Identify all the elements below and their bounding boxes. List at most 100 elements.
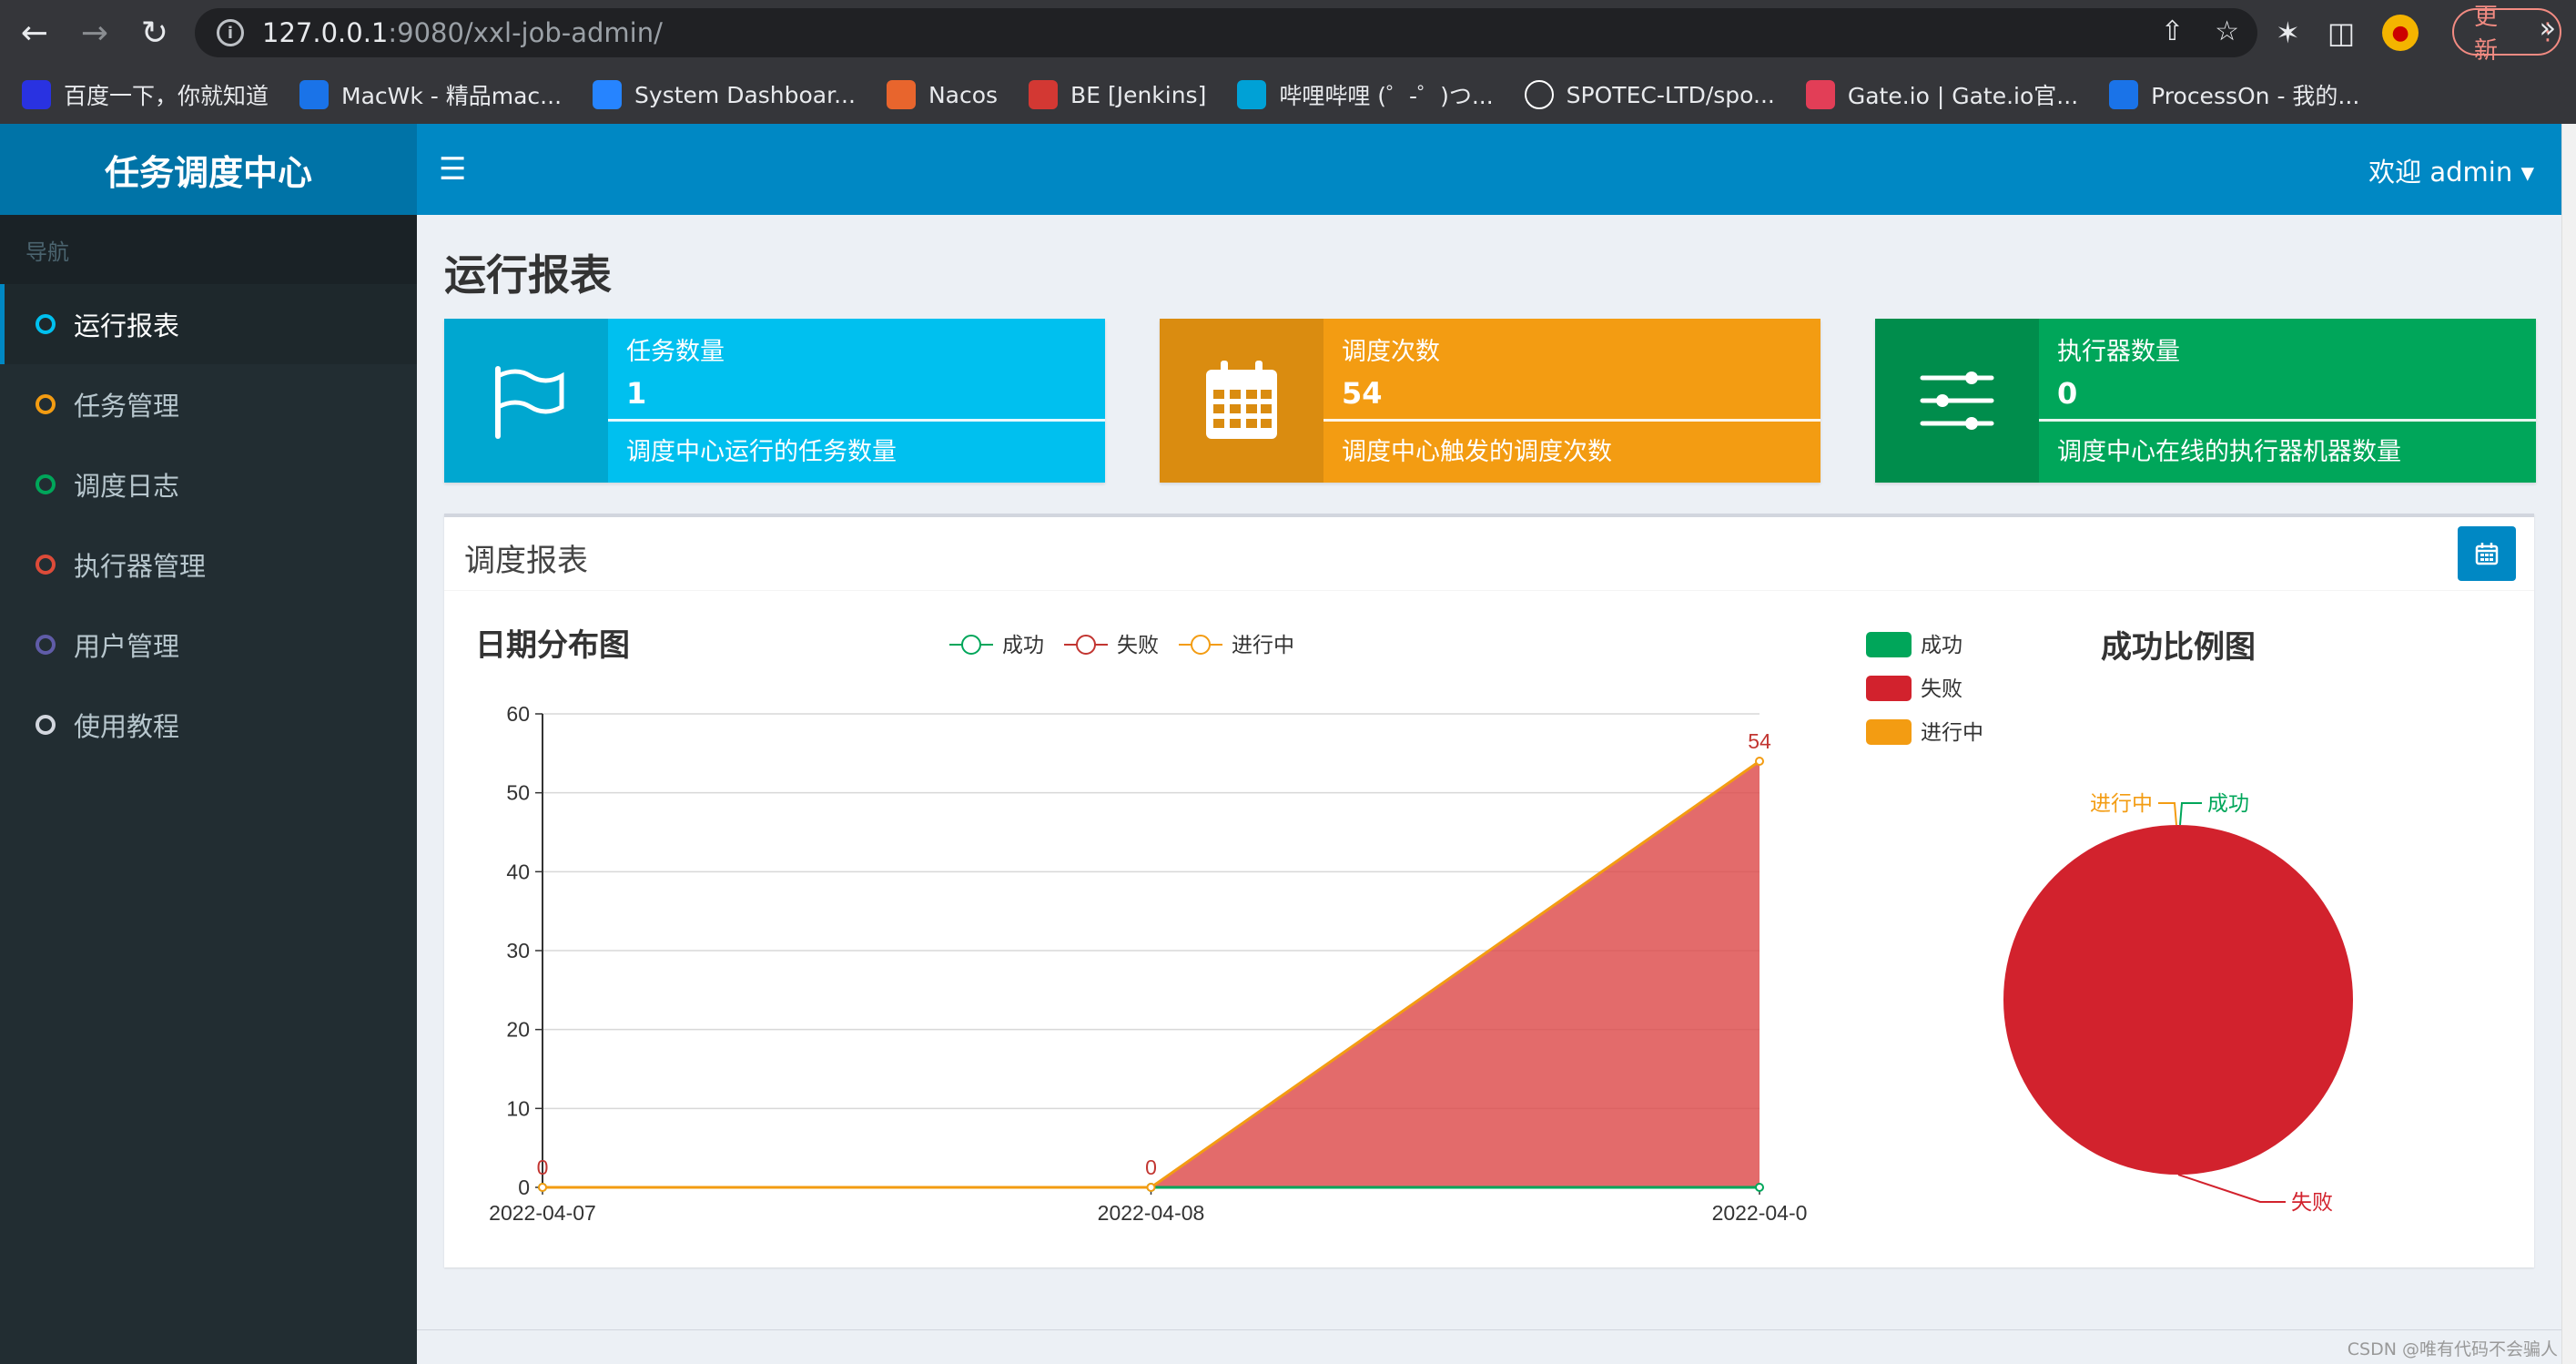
bilibili-icon	[1237, 80, 1267, 109]
slice-label: 进行中	[2090, 791, 2153, 815]
sliders-icon	[1875, 319, 2039, 483]
pie-slice	[2003, 825, 2353, 1175]
sidebar-item[interactable]: 使用教程	[0, 685, 417, 765]
bookmarks-overflow-icon[interactable]: »	[2540, 13, 2556, 45]
bookmark-label: Gate.io | Gate.io官...	[1847, 83, 2079, 109]
reload-icon[interactable]: ↻	[129, 7, 180, 58]
success-ratio-chart: 成功失败进行中成功比例图进行中 成功失败	[1866, 630, 2353, 1214]
schedule-report-box: 调度报表 日期分布图 成功 失败 进行中 0 10 20 30 40 50 60 2022-04-07…	[444, 514, 2534, 1267]
y-tick-label: 60	[506, 702, 530, 726]
share-icon[interactable]: ⇧	[2161, 15, 2184, 47]
macwk-icon	[299, 80, 330, 109]
bookmark-item[interactable]: System Dashboar...	[593, 80, 856, 109]
info-box-job-count: 任务数量 1 调度中心运行的任务数量	[444, 319, 1105, 483]
baidu-icon	[22, 80, 51, 109]
nav-list: 运行报表任务管理调度日志执行器管理用户管理使用教程	[0, 284, 417, 765]
date-distribution-chart: 日期分布图 成功 失败 进行中 0 10 20 30 40 50 60 2022-04-07 2022-…	[475, 628, 1807, 1225]
info-description: 调度中心在线的执行器机器数量	[2057, 438, 2401, 466]
url-path: :9080/xxl-job-admin/	[388, 17, 663, 48]
bookmark-item[interactable]: ProcessOn - 我的...	[2109, 78, 2359, 111]
y-tick-label: 0	[518, 1176, 530, 1199]
report-title: 调度报表	[464, 543, 588, 579]
sidebar-item[interactable]: 调度日志	[0, 444, 417, 524]
legend-swatch	[1866, 719, 1912, 745]
footer	[417, 1329, 2561, 1364]
sidebar-item[interactable]: 任务管理	[0, 364, 417, 444]
info-progress-bar	[1323, 419, 1820, 422]
legend-label: 进行中	[1921, 720, 1983, 744]
info-number: 54	[1342, 376, 1383, 411]
bookmark-label: BE [Jenkins]	[1070, 81, 1207, 108]
bookmark-item[interactable]: 百度一下，你就知道	[22, 78, 269, 111]
circle-icon	[35, 314, 56, 334]
y-tick-label: 20	[506, 1018, 530, 1042]
calendar-icon	[1160, 319, 1323, 483]
nacos-icon	[886, 80, 916, 109]
url-host: 127.0.0.1	[262, 17, 389, 48]
circle-icon	[35, 635, 56, 655]
bookmark-item[interactable]: Gate.io | Gate.io官...	[1805, 78, 2079, 111]
star-icon[interactable]: ☆	[2215, 15, 2239, 47]
sidebar-item-label: 用户管理	[74, 631, 180, 662]
data-point	[1755, 757, 1764, 766]
leader-line	[2177, 1174, 2286, 1203]
sidebar: 导航 运行报表 任务管理 调度日志 执行器管理 用户管理 使用教程	[0, 215, 417, 1364]
sidebar-item[interactable]: 执行器管理	[0, 524, 417, 605]
bookmark-item[interactable]: BE [Jenkins]	[1029, 80, 1206, 109]
app-logo[interactable]: 任务调度中心	[0, 124, 417, 215]
jira-icon	[593, 80, 623, 109]
info-number: 0	[2057, 376, 2078, 411]
legend-marker	[1076, 635, 1096, 655]
sidepanel-icon[interactable]: ◫	[2328, 15, 2355, 50]
legend-label: 进行中	[1232, 633, 1294, 657]
slice-label: 失败	[2291, 1190, 2333, 1214]
jenkins-icon	[1029, 80, 1059, 109]
forward-icon[interactable]: →	[69, 7, 120, 58]
info-label: 调度次数	[1342, 338, 1440, 366]
hamburger-menu-icon[interactable]: ☰	[439, 151, 475, 188]
main-content: 运行报表 任务数量 1 调度中心运行的任务数量 调度次数 54 调度中心触发的调…	[417, 215, 2561, 1364]
bookmark-label: MacWk - 精品mac...	[341, 83, 563, 109]
sidebar-item[interactable]: 用户管理	[0, 605, 417, 685]
info-label: 执行器数量	[2057, 338, 2180, 366]
address-bar[interactable]: i 127.0.0.1:9080/xxl-job-admin/ ⇧ ☆	[195, 8, 2257, 57]
bookmark-label: Nacos	[928, 81, 999, 108]
profile-avatar[interactable]: ●	[2382, 15, 2419, 51]
y-tick-label: 50	[506, 781, 530, 805]
site-info-icon[interactable]: i	[217, 19, 244, 46]
bookmark-item[interactable]: Nacos	[886, 80, 999, 109]
sidebar-item[interactable]: 运行报表	[0, 284, 417, 364]
bookmark-item[interactable]: 哔哩哔哩 (゜-゜)つ...	[1237, 78, 1494, 111]
bookmark-label: 百度一下，你就知道	[64, 83, 269, 109]
circle-icon	[35, 394, 56, 414]
circle-icon	[35, 474, 56, 494]
data-point	[1146, 1183, 1156, 1192]
y-tick-label: 10	[506, 1096, 530, 1120]
legend-marker	[1191, 635, 1211, 655]
bookmark-item[interactable]: MacWk - 精品mac...	[299, 78, 562, 111]
info-description: 调度中心运行的任务数量	[626, 438, 897, 466]
bookmark-label: 哔哩哔哩 (゜-゜)つ...	[1279, 83, 1494, 109]
github-icon	[1524, 80, 1554, 109]
circle-icon	[35, 715, 56, 735]
extensions-icon[interactable]: ✶	[2276, 15, 2300, 50]
sidebar-item-label: 使用教程	[74, 711, 180, 742]
data-label: 0	[537, 1155, 549, 1179]
bookmark-label: ProcessOn - 我的...	[2151, 83, 2360, 109]
app: 任务调度中心 ☰ 欢迎 admin ▾ 导航 运行报表 任务管理 调度日志 执行器管理…	[0, 124, 2576, 1364]
bookmark-item[interactable]: SPOTEC-LTD/spo...	[1524, 80, 1775, 109]
circle-icon	[35, 555, 56, 575]
divider	[444, 590, 2534, 591]
sidebar-item-label: 执行器管理	[74, 551, 207, 582]
page-scrollbar[interactable]	[2561, 124, 2576, 1364]
date-range-button[interactable]	[2458, 526, 2516, 581]
leader-line	[2158, 802, 2177, 826]
user-menu[interactable]: 欢迎 admin ▾	[2368, 151, 2534, 189]
info-label: 任务数量	[626, 338, 725, 366]
sidebar-item-label: 任务管理	[74, 391, 180, 422]
bookmark-label: System Dashboar...	[634, 81, 856, 108]
back-icon[interactable]: ←	[9, 7, 60, 58]
top-navbar: ☰ 欢迎 admin ▾	[417, 124, 2561, 215]
flag-icon	[444, 319, 608, 483]
processon-icon	[2109, 80, 2139, 109]
